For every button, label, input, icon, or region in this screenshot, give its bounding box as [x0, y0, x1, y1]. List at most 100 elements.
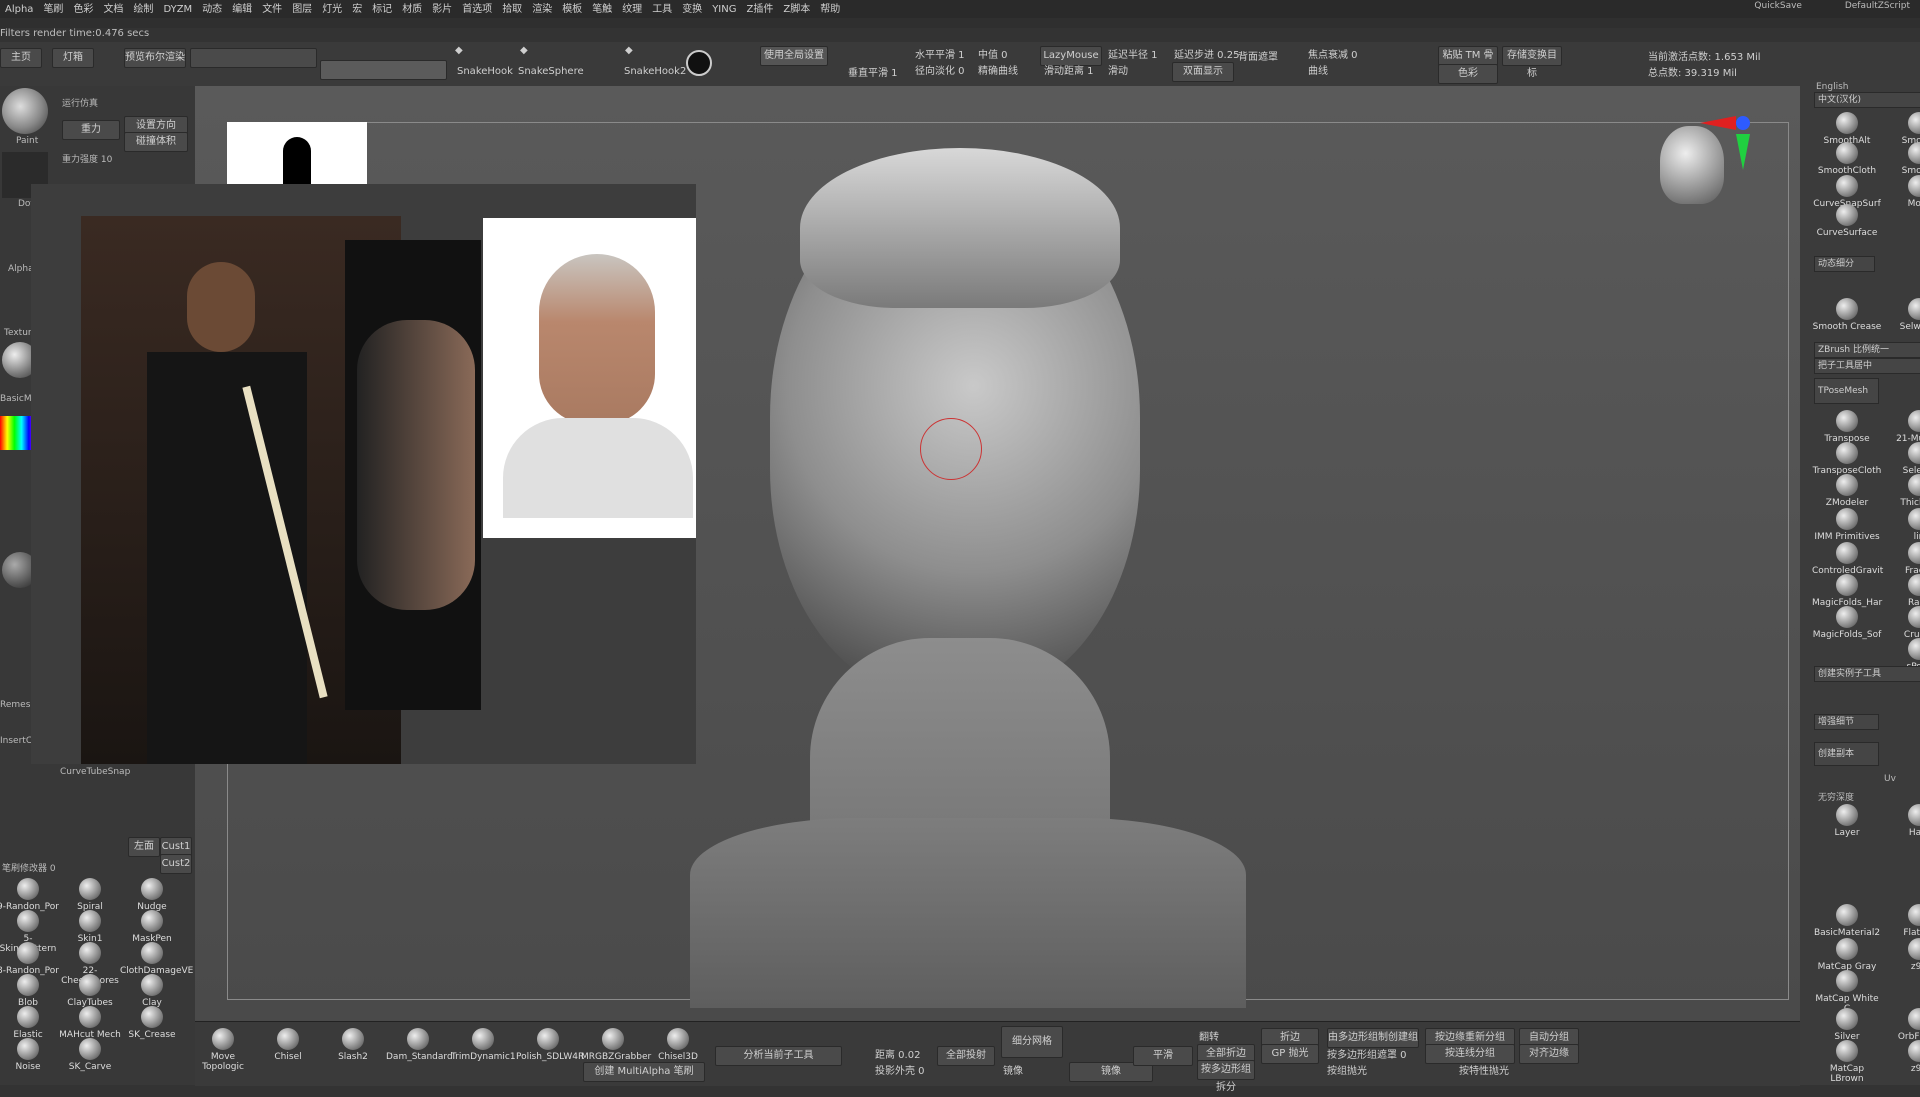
align-edges-button[interactable]: 对齐边缘: [1519, 1044, 1579, 1064]
cust2-button[interactable]: Cust2: [160, 854, 192, 874]
left-brush-item[interactable]: Noise: [0, 1038, 60, 1072]
dynamic-subdiv-button[interactable]: 动态细分: [1814, 256, 1875, 272]
horizontal-smooth-slider[interactable]: 水平平滑 1: [915, 46, 965, 61]
gravity-strength-slider[interactable]: 重力强度 10: [62, 152, 112, 165]
menu-item[interactable]: 首选项: [457, 0, 497, 18]
menu-item[interactable]: 笔刷: [38, 0, 68, 18]
zbrush-logo-icon[interactable]: [686, 50, 712, 76]
left-brush-item[interactable]: ClayTubes: [58, 974, 122, 1008]
menu-item[interactable]: 文件: [257, 0, 287, 18]
vertical-smooth-slider[interactable]: 垂直平滑 1: [848, 64, 898, 79]
bottom-brush-item[interactable]: Chisel3D: [646, 1028, 710, 1062]
loop-group-button[interactable]: 按连线分组: [1425, 1044, 1515, 1064]
store-transform-button[interactable]: 存储变换目标: [1502, 46, 1562, 79]
right-brush-item[interactable]: ZModeler: [1812, 474, 1882, 508]
right-brush-item[interactable]: MagicFolds_Har: [1812, 574, 1882, 608]
language-english-button[interactable]: English: [1816, 82, 1849, 92]
right-brush-item-secondary[interactable]: SelectL: [1884, 442, 1920, 476]
smooth-toggle[interactable]: 平滑: [1133, 1046, 1193, 1066]
paste-tm-button[interactable]: 粘贴 TM 骨骼: [1438, 46, 1498, 79]
right-brush-item-secondary[interactable]: Smooth: [1884, 142, 1920, 176]
left-brush-item[interactable]: Spiral: [58, 878, 122, 912]
left-brush-item[interactable]: Clay: [120, 974, 184, 1008]
right-brush-item[interactable]: BasicMaterial2: [1812, 904, 1882, 938]
run-simulation-label[interactable]: 运行仿真: [62, 96, 98, 109]
menu-item[interactable]: 纹理: [617, 0, 647, 18]
menu-item[interactable]: 影片: [427, 0, 457, 18]
z-axis-icon[interactable]: [1736, 116, 1750, 130]
quicksave-button[interactable]: QuickSave: [1754, 1, 1802, 11]
menu-item[interactable]: 动态: [197, 0, 227, 18]
slide-toggle[interactable]: 滑动: [1108, 62, 1128, 77]
group-split-button[interactable]: 按多边形组拆分: [1197, 1060, 1255, 1093]
bottom-brush-item[interactable]: Move Topologic: [191, 1028, 255, 1072]
menu-item[interactable]: 模板: [557, 0, 587, 18]
infinite-depth-label[interactable]: 无穷深度: [1818, 790, 1854, 803]
right-brush-item[interactable]: Layer: [1812, 804, 1882, 838]
left-brush-item[interactable]: Blob: [0, 974, 60, 1008]
feature-polish-toggle[interactable]: 按特性抛光: [1459, 1062, 1509, 1077]
left-brush-item[interactable]: SK_Crease: [120, 1006, 184, 1040]
empty-slider-2[interactable]: [320, 60, 447, 80]
orientation-skull-gizmo[interactable]: [1660, 116, 1750, 216]
tpose-mesh-button[interactable]: TPoseMesh: [1814, 378, 1879, 404]
collide-volume-button[interactable]: 碰撞体积: [124, 132, 188, 152]
right-brush-item-secondary[interactable]: z93: [1884, 938, 1920, 972]
menu-item[interactable]: 灯光: [317, 0, 347, 18]
right-brush-item-secondary[interactable]: 21-Muscle: [1884, 410, 1920, 444]
left-brush-item[interactable]: Elastic: [0, 1006, 60, 1040]
right-brush-item[interactable]: SmoothAlt: [1812, 112, 1882, 146]
polygroup-mask-slider[interactable]: 按多边形组遮罩 0: [1327, 1046, 1407, 1061]
use-global-settings-button[interactable]: 使用全局设置: [760, 46, 828, 66]
gravity-button[interactable]: 重力: [62, 120, 120, 140]
right-brush-item-secondary[interactable]: Smooth: [1884, 112, 1920, 146]
right-brush-item[interactable]: SmoothCloth: [1812, 142, 1882, 176]
paint-brush-icon[interactable]: [2, 88, 48, 134]
left-brush-item[interactable]: 9-Randon_Por: [0, 878, 60, 912]
menu-item[interactable]: 图层: [287, 0, 317, 18]
subdivide-mesh-button[interactable]: 细分网格: [1001, 1026, 1063, 1058]
menu-item[interactable]: Z插件: [741, 0, 778, 18]
left-brush-item[interactable]: ClothDamageVE: [120, 942, 193, 976]
group-polish-toggle[interactable]: 按组抛光: [1327, 1062, 1367, 1077]
right-brush-item-secondary[interactable]: Selwy_Pi: [1884, 298, 1920, 332]
curve-tube-snap-label[interactable]: CurveTubeSnap: [60, 767, 130, 777]
create-multialpha-button[interactable]: 创建 MultiAlpha 笔刷: [583, 1062, 705, 1082]
menu-item[interactable]: 渲染: [527, 0, 557, 18]
brush-modifier-slider[interactable]: 笔刷修改器 0: [2, 861, 56, 874]
focal-shift-slider[interactable]: 焦点衰减 0: [1308, 46, 1358, 61]
menu-item[interactable]: Z脚本: [778, 0, 815, 18]
menu-item[interactable]: DYZM: [158, 0, 197, 18]
bottom-brush-item[interactable]: Dam_Standard: [386, 1028, 453, 1062]
mid-value-slider[interactable]: 中值 0: [978, 46, 1008, 61]
menu-item[interactable]: 变换: [677, 0, 707, 18]
left-brush-item[interactable]: Skin1: [58, 910, 122, 944]
language-chinese-button[interactable]: 中文(汉化): [1814, 92, 1920, 108]
right-brush-item-secondary[interactable]: Rake: [1884, 574, 1920, 608]
right-brush-item[interactable]: MatCap LBrown: [1812, 1040, 1882, 1084]
right-brush-item[interactable]: ControledGravit: [1812, 542, 1883, 576]
lazy-step-slider[interactable]: 延迟步进 0.25: [1174, 46, 1239, 61]
right-brush-item[interactable]: MatCap Gray: [1812, 938, 1882, 972]
right-brush-item[interactable]: MagicFolds_Sof: [1812, 606, 1882, 640]
lazy-radius-slider[interactable]: 延迟半径 1: [1108, 46, 1158, 61]
color-button[interactable]: 色彩: [1438, 64, 1498, 84]
snakehook-label[interactable]: SnakeHook: [457, 66, 513, 77]
gp-polish-button[interactable]: GP 抛光: [1261, 1044, 1319, 1064]
left-brush-item[interactable]: Nudge: [120, 878, 184, 912]
snakehook2-label[interactable]: SnakeHook2: [624, 66, 686, 77]
radial-fade-slider[interactable]: 径向淡化 0: [915, 62, 965, 77]
project-shell-slider[interactable]: 投影外壳 0: [875, 1062, 925, 1077]
menu-item[interactable]: 笔触: [587, 0, 617, 18]
menu-item[interactable]: 文档: [98, 0, 128, 18]
snakesphere-label[interactable]: SnakeSphere: [518, 66, 584, 77]
zbrush-ratio-button[interactable]: ZBrush 比例统一: [1814, 342, 1920, 358]
bottom-brush-item[interactable]: Chisel: [256, 1028, 320, 1062]
menu-item[interactable]: YING: [707, 0, 741, 18]
right-brush-item[interactable]: Silver: [1812, 1008, 1882, 1042]
double-sided-toggle[interactable]: 双面显示: [1172, 62, 1234, 82]
left-brush-item[interactable]: MaskPen: [120, 910, 184, 944]
polygroup-create-button[interactable]: 由多边形组制创建组: [1327, 1028, 1419, 1048]
canvas-viewport[interactable]: [31, 86, 1800, 1021]
sculpt-model[interactable]: [690, 118, 1246, 1008]
